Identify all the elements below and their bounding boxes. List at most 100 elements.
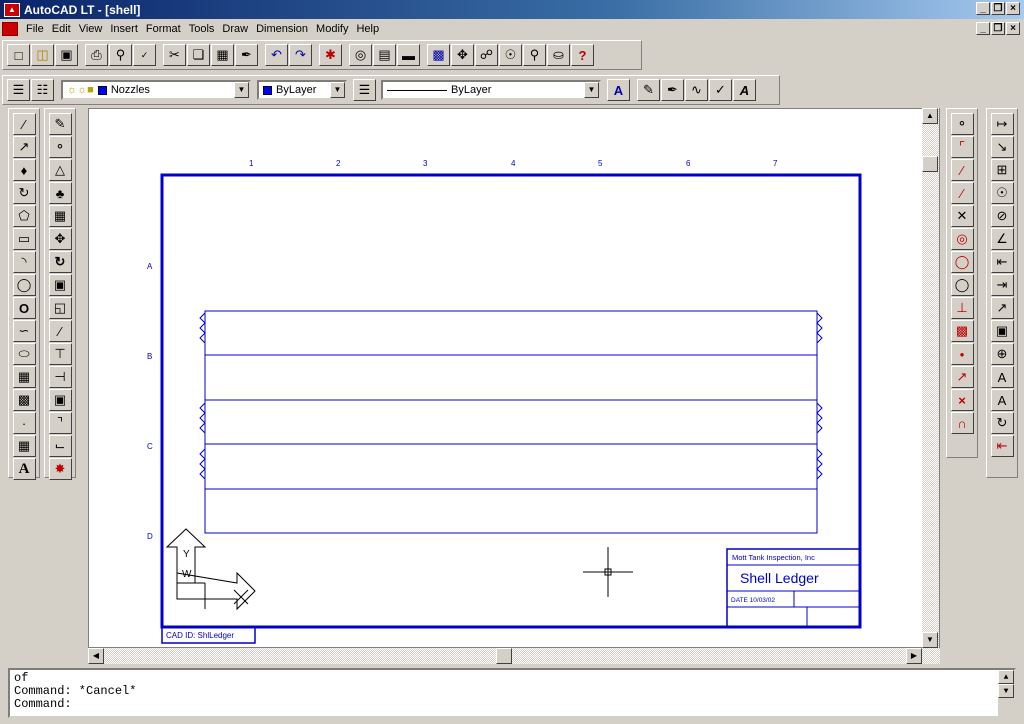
snap-from-icon[interactable]: ⚬ — [950, 113, 974, 135]
cut-icon[interactable]: ✂ — [163, 44, 186, 66]
doc-restore-button[interactable]: ❐ — [991, 22, 1005, 35]
zoom-window-icon[interactable]: ☍ — [475, 44, 498, 66]
spline-icon[interactable]: ∽ — [12, 320, 36, 342]
snap-tangent-icon[interactable]: ◯ — [950, 274, 974, 296]
snap-icon[interactable]: ✱ — [319, 44, 342, 66]
menu-dimension[interactable]: Dimension — [252, 23, 312, 35]
snap-intersection-icon[interactable]: ∕ — [950, 182, 974, 204]
point-icon[interactable]: · — [12, 412, 36, 434]
lengthen-icon[interactable]: ∕ — [48, 320, 72, 342]
break-icon[interactable]: ▣ — [48, 389, 72, 411]
snap-endpoint-icon[interactable]: ⌜ — [950, 136, 974, 158]
new-icon[interactable]: □ — [7, 44, 30, 66]
ellipse-icon[interactable]: ⬭ — [12, 343, 36, 365]
erase-icon[interactable]: ✎ — [48, 113, 72, 135]
dim-diameter-icon[interactable]: ⊘ — [990, 205, 1014, 227]
scale-icon[interactable]: ▣ — [48, 274, 72, 296]
polygon-icon[interactable]: ⬠ — [12, 205, 36, 227]
dim-baseline-icon[interactable]: ⇤ — [990, 251, 1014, 273]
layer-dropdown-arrow[interactable]: ▼ — [234, 82, 249, 98]
horizontal-scroll-thumb[interactable] — [496, 648, 512, 664]
cmd-scroll-down-button[interactable]: ▼ — [998, 684, 1014, 698]
dim-text-edit-icon[interactable]: A — [990, 389, 1014, 411]
stretch-icon[interactable]: ◱ — [48, 297, 72, 319]
tracking-icon[interactable]: ▤ — [373, 44, 396, 66]
rectangle-icon[interactable]: ▭ — [12, 228, 36, 250]
offset-icon[interactable]: ♣ — [48, 182, 72, 204]
menu-modify[interactable]: Modify — [312, 23, 352, 35]
line-icon[interactable]: ∕ — [12, 113, 36, 135]
spell-icon[interactable]: ✓ — [133, 44, 156, 66]
menu-format[interactable]: Format — [142, 23, 185, 35]
text-icon[interactable]: A — [12, 458, 36, 480]
vertical-scrollbar[interactable]: ▲ ▼ — [922, 108, 939, 648]
aerial-view-icon[interactable]: ⛀ — [547, 44, 570, 66]
osnap-settings-icon[interactable]: ∩ — [950, 412, 974, 434]
center-mark-icon[interactable]: ⊕ — [990, 343, 1014, 365]
dim-update-icon[interactable]: ↻ — [990, 412, 1014, 434]
mirror-icon[interactable]: △ — [48, 159, 72, 181]
zoom-previous-icon[interactable]: ☉ — [499, 44, 522, 66]
snap-quadrant-icon[interactable]: ◯ — [950, 251, 974, 273]
properties-icon[interactable]: ✎ — [637, 79, 660, 101]
chamfer-icon[interactable]: ⌝ — [48, 412, 72, 434]
linetype-manager-icon[interactable]: ☰ — [353, 79, 376, 101]
layer-dropdown[interactable]: ☼☼■ Nozzles ▼ — [61, 80, 251, 100]
leader-icon[interactable]: ↗ — [990, 297, 1014, 319]
scroll-up-button[interactable]: ▲ — [922, 108, 938, 124]
doc-close-button[interactable]: × — [1006, 22, 1020, 35]
menu-draw[interactable]: Draw — [218, 23, 252, 35]
scroll-left-button[interactable]: ◀ — [88, 648, 104, 664]
menu-insert[interactable]: Insert — [106, 23, 142, 35]
snap-perpendicular-icon[interactable]: ⊥ — [950, 297, 974, 319]
snap-node-icon[interactable]: • — [950, 343, 974, 365]
arc-icon[interactable]: ◝ — [12, 251, 36, 273]
redo-icon[interactable]: ↷ — [289, 44, 312, 66]
dim-ordinate-icon[interactable]: ⊞ — [990, 159, 1014, 181]
array-icon[interactable]: ▦ — [48, 205, 72, 227]
extend-icon[interactable]: ⊣ — [48, 366, 72, 388]
undo-icon[interactable]: ↶ — [265, 44, 288, 66]
copy-object-icon[interactable]: ⚬ — [48, 136, 72, 158]
double-line-icon[interactable]: ↻ — [12, 182, 36, 204]
spell-check-icon[interactable]: ✓ — [709, 79, 732, 101]
command-prompt[interactable]: Command: — [14, 698, 1010, 711]
menu-file[interactable]: File — [22, 23, 48, 35]
color-dropdown-arrow[interactable]: ▼ — [330, 82, 345, 98]
menu-edit[interactable]: Edit — [48, 23, 75, 35]
paste-icon[interactable]: ▦ — [211, 44, 234, 66]
save-icon[interactable]: ▣ — [55, 44, 78, 66]
linetype-dropdown-arrow[interactable]: ▼ — [584, 82, 599, 98]
close-button[interactable]: × — [1006, 2, 1020, 15]
snap-center-icon[interactable]: ◎ — [950, 228, 974, 250]
snap-none-icon[interactable]: × — [950, 389, 974, 411]
restore-button[interactable]: ❐ — [991, 2, 1005, 15]
scroll-down-button[interactable]: ▼ — [922, 632, 938, 648]
menu-help[interactable]: Help — [352, 23, 383, 35]
command-scrollbar[interactable]: ▲ ▼ — [998, 670, 1014, 716]
list-icon[interactable]: ✒ — [661, 79, 684, 101]
command-line[interactable]: of Command: *Cancel* Command: ▲ ▼ — [8, 668, 1016, 718]
dim-radius-icon[interactable]: ☉ — [990, 182, 1014, 204]
scroll-right-button[interactable]: ▶ — [906, 648, 922, 664]
cmd-scroll-up-button[interactable]: ▲ — [998, 670, 1014, 684]
fillet-icon[interactable]: ⌙ — [48, 435, 72, 457]
snap-midpoint-icon[interactable]: ∕ — [950, 159, 974, 181]
zoom-realtime-icon[interactable]: ▩ — [427, 44, 450, 66]
make-block-icon[interactable]: ▩ — [12, 389, 36, 411]
text-style-icon[interactable]: A — [607, 79, 630, 101]
help-icon[interactable]: ? — [571, 44, 594, 66]
snap-nearest-icon[interactable]: ↗ — [950, 366, 974, 388]
trim-icon[interactable]: ⊤ — [48, 343, 72, 365]
polyline-icon[interactable]: ♦ — [12, 159, 36, 181]
layer-manager-icon[interactable]: ☰ — [7, 79, 30, 101]
zoom-icon[interactable]: ✥ — [451, 44, 474, 66]
minimize-button[interactable]: _ — [976, 2, 990, 15]
menu-view[interactable]: View — [75, 23, 107, 35]
linetype-dropdown[interactable]: ByLayer ▼ — [381, 80, 601, 100]
pan-icon[interactable]: ▬ — [397, 44, 420, 66]
copy-icon[interactable]: ❏ — [187, 44, 210, 66]
print-icon[interactable]: ⎙ — [85, 44, 108, 66]
text-edit-icon[interactable]: A — [733, 79, 756, 101]
vertical-scroll-thumb[interactable] — [922, 156, 938, 172]
